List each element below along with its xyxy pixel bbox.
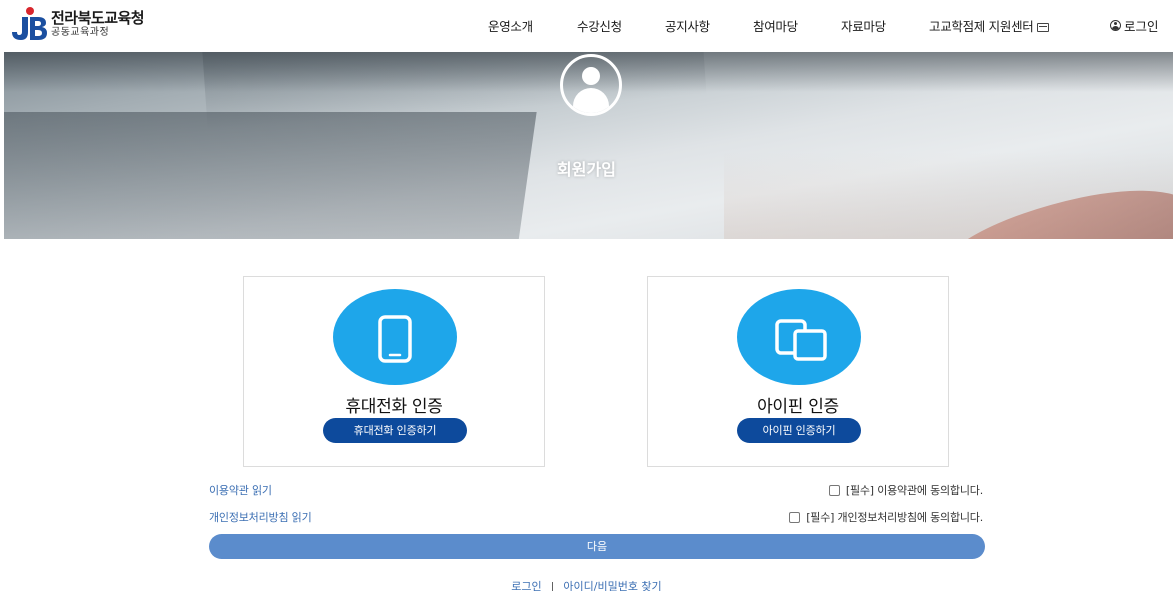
- agree-privacy-label: [필수] 개인정보처리방침에 동의합니다.: [806, 511, 983, 524]
- site-header: 전라북도교육청 공동교육과정 운영소개 수강신청 공지사항 참여마당 자료마당 …: [0, 0, 1173, 50]
- nav-item-credit-center[interactable]: 고교학점제 지원센터: [929, 16, 1050, 35]
- checkbox-icon: [828, 484, 840, 496]
- user-circle-icon: [1110, 20, 1121, 31]
- header-login-link[interactable]: 로그인: [1110, 16, 1159, 35]
- next-button[interactable]: 다음: [209, 534, 985, 559]
- nav-item-notice[interactable]: 공지사항: [665, 16, 710, 35]
- nav-item-credit-center-label: 고교학점제 지원센터: [929, 19, 1034, 34]
- nav-item-about[interactable]: 운영소개: [488, 16, 533, 35]
- agree-terms-checkbox[interactable]: [필수] 이용약관에 동의합니다.: [828, 482, 983, 498]
- phone-auth-title: 휴대전화 인증: [345, 397, 443, 417]
- footer-links: 로그인 | 아이디/비밀번호 찾기: [0, 578, 1173, 591]
- phone-auth-card: 휴대전화 인증 휴대전화 인증하기: [243, 276, 545, 467]
- header-login-label: 로그인: [1124, 19, 1159, 34]
- phone-auth-button[interactable]: 휴대전화 인증하기: [323, 418, 467, 443]
- agree-terms-label: [필수] 이용약관에 동의합니다.: [845, 484, 983, 497]
- nav-item-community[interactable]: 참여마당: [753, 16, 798, 35]
- ipin-devices-icon: [737, 289, 861, 385]
- nav-item-resources[interactable]: 자료마당: [841, 16, 886, 35]
- ipin-auth-button[interactable]: 아이핀 인증하기: [737, 418, 861, 443]
- mobile-phone-icon: [333, 289, 457, 385]
- nav-item-registration[interactable]: 수강신청: [577, 16, 622, 35]
- read-privacy-link[interactable]: 개인정보처리방침 읽기: [209, 509, 312, 525]
- ipin-auth-card: 아이핀 인증 아이핀 인증하기: [647, 276, 949, 467]
- ipin-auth-title: 아이핀 인증: [757, 397, 839, 417]
- external-window-icon: [1037, 23, 1050, 32]
- read-terms-link[interactable]: 이용약관 읽기: [209, 482, 272, 498]
- footer-login-link[interactable]: 로그인: [511, 580, 541, 591]
- page-title: 회원가입: [557, 160, 616, 179]
- agree-privacy-checkbox[interactable]: [필수] 개인정보처리방침에 동의합니다.: [789, 509, 983, 525]
- user-profile-icon: [560, 54, 622, 116]
- checkbox-icon: [789, 511, 801, 523]
- find-account-link[interactable]: 아이디/비밀번호 찾기: [563, 580, 661, 591]
- link-separator: |: [550, 580, 555, 591]
- main-nav: 운영소개 수강신청 공지사항 참여마당 자료마당 고교학점제 지원센터: [0, 16, 1173, 36]
